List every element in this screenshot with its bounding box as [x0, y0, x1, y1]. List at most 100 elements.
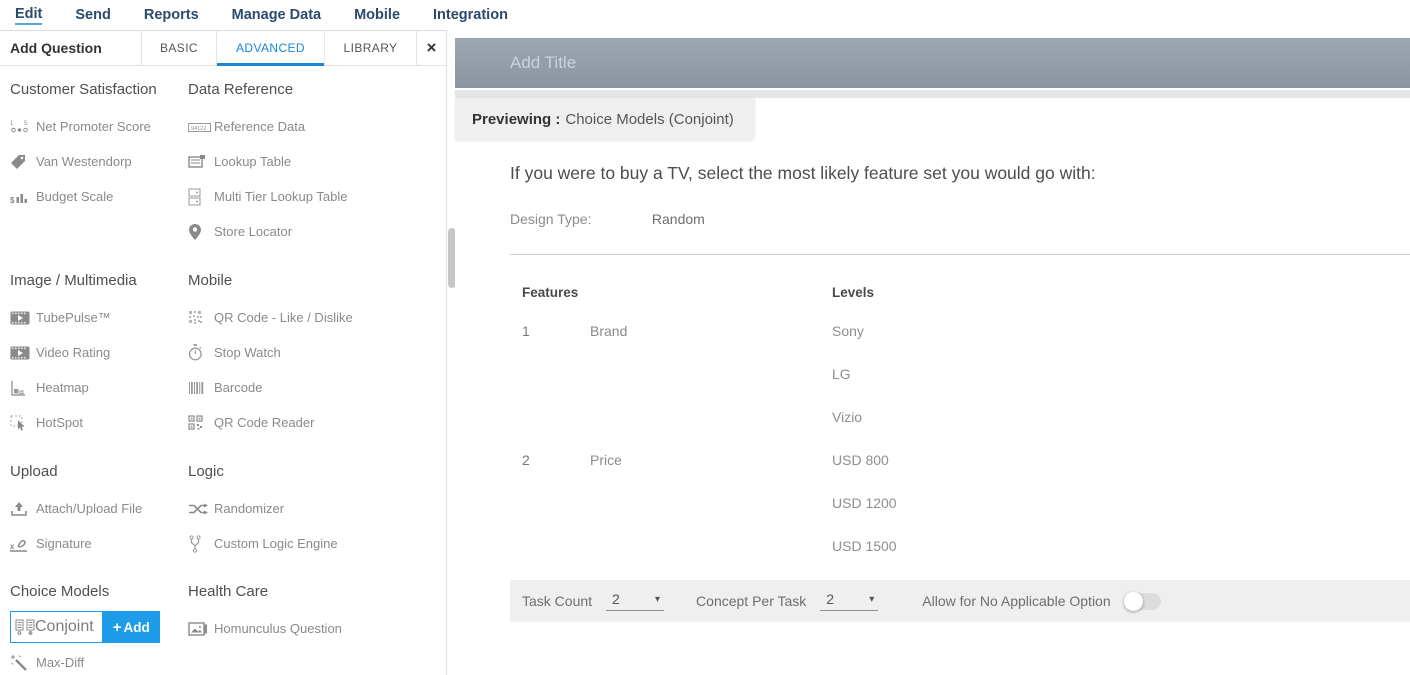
chevron-down-icon: ▾: [655, 594, 660, 605]
feature-name: Price: [590, 452, 832, 468]
close-icon[interactable]: ×: [416, 31, 446, 65]
concept-per-task-value: 2: [826, 591, 834, 607]
design-type-label: Design Type:: [510, 211, 648, 227]
item-label: TubePulse™: [36, 310, 111, 325]
item-video-rating[interactable]: Video Rating: [10, 335, 180, 370]
magic-wand-icon: [10, 654, 36, 672]
section-image-multimedia: Image / Multimedia TubePulse™ Video Rati…: [10, 272, 180, 440]
net-promoter-score-icon: 15: [10, 119, 36, 134]
svg-text:5: 5: [24, 121, 28, 127]
nav-edit[interactable]: Edit: [15, 6, 42, 25]
item-qr-code-like-dislike[interactable]: QR Code - Like / Dislike: [188, 300, 438, 335]
nav-integration[interactable]: Integration: [433, 7, 508, 23]
plus-icon: +: [113, 619, 122, 636]
item-tubepulse[interactable]: TubePulse™: [10, 300, 180, 335]
nav-reports[interactable]: Reports: [144, 7, 199, 23]
add-button-label: Add: [123, 620, 149, 635]
level-value: LG: [832, 366, 1410, 409]
item-label: Max-Diff: [36, 655, 84, 670]
item-multi-tier-lookup-table[interactable]: Multi Tier Lookup Table: [188, 179, 438, 214]
question-text: If you were to buy a TV, select the most…: [510, 163, 1390, 184]
level-value: Sony: [832, 323, 1410, 366]
tab-library[interactable]: LIBRARY: [324, 31, 416, 65]
item-label: Lookup Table: [214, 154, 291, 169]
separator-line: [510, 254, 1410, 255]
no-applicable-option-toggle[interactable]: [1125, 593, 1161, 610]
video-film-icon: [10, 346, 36, 360]
item-label: Budget Scale: [36, 189, 113, 204]
item-label: Attach/Upload File: [36, 501, 142, 516]
item-label: QR Code Reader: [214, 415, 314, 430]
item-label: Custom Logic Engine: [214, 536, 338, 551]
item-label: QR Code - Like / Dislike: [214, 310, 353, 325]
add-title-input[interactable]: Add Title: [455, 38, 1410, 88]
svg-text:x: x: [10, 542, 15, 551]
item-randomizer[interactable]: Randomizer: [188, 491, 438, 526]
item-label: Homunculus Question: [214, 621, 342, 636]
previewing-value: Choice Models (Conjoint): [565, 111, 733, 128]
item-budget-scale[interactable]: $ Budget Scale: [10, 179, 180, 214]
task-count-value: 2: [612, 591, 620, 607]
section-customer-satisfaction: Customer Satisfaction 15 Net Promoter Sc…: [10, 81, 180, 214]
qr-reader-icon: [188, 415, 214, 431]
section-title: Data Reference: [188, 81, 438, 101]
item-custom-logic-engine[interactable]: Custom Logic Engine: [188, 526, 438, 561]
item-reference-data[interactable]: 94122 Reference Data: [188, 109, 438, 144]
item-qr-code-reader[interactable]: QR Code Reader: [188, 405, 438, 440]
level-value: USD 1200: [832, 495, 1410, 538]
tab-advanced[interactable]: ADVANCED: [216, 31, 324, 65]
item-label: Stop Watch: [214, 345, 281, 360]
level-value: USD 800: [832, 452, 1410, 495]
design-type-value: Random: [652, 211, 705, 227]
heatmap-icon: [10, 380, 36, 396]
signature-icon: x: [10, 536, 36, 552]
conjoint-settings-bar: Task Count 2 ▾ Concept Per Task 2 ▾ Allo…: [510, 580, 1410, 622]
shuffle-icon: [188, 502, 214, 516]
add-conjoint-button[interactable]: + Add: [103, 611, 160, 643]
item-homunculus-question[interactable]: Homunculus Question: [188, 611, 438, 646]
item-conjoint[interactable]: Conjoint: [10, 611, 103, 643]
item-label: Net Promoter Score: [36, 119, 151, 134]
item-stop-watch[interactable]: Stop Watch: [188, 335, 438, 370]
reference-data-icon: 94122: [188, 120, 214, 134]
nav-mobile[interactable]: Mobile: [354, 7, 400, 23]
feature-name: Brand: [590, 323, 832, 339]
panel-header: Add Question BASIC ADVANCED LIBRARY ×: [0, 31, 446, 66]
tab-basic[interactable]: BASIC: [141, 31, 216, 65]
toggle-knob: [1124, 592, 1143, 611]
table-header: Features Levels: [510, 285, 1410, 300]
section-health-care: Health Care Homunculus Question: [188, 583, 438, 646]
survey-builder-window: Edit Send Reports Manage Data Mobile Int…: [0, 0, 1410, 675]
item-max-diff[interactable]: Max-Diff: [10, 645, 180, 675]
item-barcode[interactable]: Barcode: [188, 370, 438, 405]
item-hotspot[interactable]: HotSpot: [10, 405, 180, 440]
section-data-reference: Data Reference 94122 Reference Data Look…: [188, 81, 438, 249]
levels-header: Levels: [832, 285, 874, 300]
item-heatmap[interactable]: Heatmap: [10, 370, 180, 405]
concept-per-task-select[interactable]: 2 ▾: [820, 591, 878, 611]
panel-body: Customer Satisfaction 15 Net Promoter Sc…: [0, 67, 446, 675]
level-value: Vizio: [832, 409, 1410, 452]
item-label: Video Rating: [36, 345, 110, 360]
item-net-promoter-score[interactable]: 15 Net Promoter Score: [10, 109, 180, 144]
item-van-westendorp[interactable]: Van Westendorp: [10, 144, 180, 179]
section-title: Logic: [188, 463, 438, 483]
barcode-icon: [188, 381, 214, 395]
task-count-select[interactable]: 2 ▾: [606, 591, 664, 611]
price-tag-icon: [10, 154, 36, 170]
section-title: Mobile: [188, 272, 438, 292]
concept-per-task-label: Concept Per Task: [696, 593, 806, 609]
map-pin-icon: [188, 223, 214, 241]
nav-manage-data[interactable]: Manage Data: [232, 7, 321, 23]
section-title: Customer Satisfaction: [10, 81, 180, 101]
feature-number: 2: [510, 452, 590, 468]
nav-send[interactable]: Send: [75, 7, 110, 23]
item-store-locator[interactable]: Store Locator: [188, 214, 438, 249]
item-lookup-table[interactable]: Lookup Table: [188, 144, 438, 179]
item-attach-upload-file[interactable]: Attach/Upload File: [10, 491, 180, 526]
section-title: Choice Models: [10, 583, 180, 603]
stopwatch-icon: [188, 344, 214, 361]
item-label: Signature: [36, 536, 92, 551]
item-signature[interactable]: x Signature: [10, 526, 180, 561]
features-levels-table: Features Levels 1 Brand Sony LG Vizio 2 …: [510, 285, 1410, 581]
